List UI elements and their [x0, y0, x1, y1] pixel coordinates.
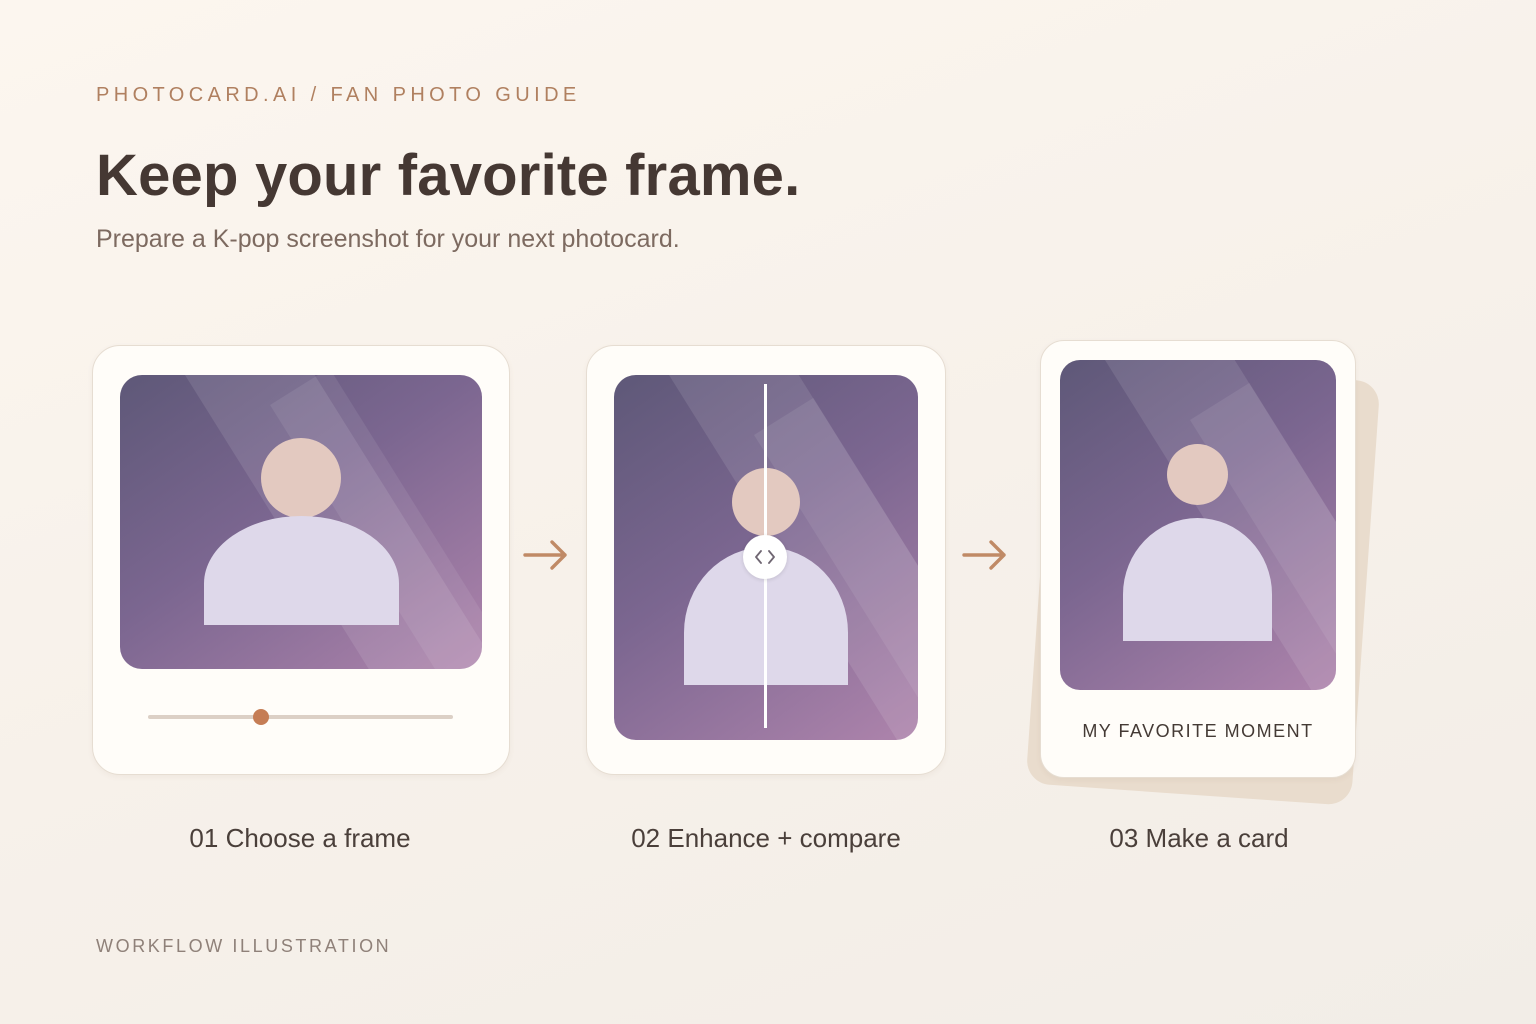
person-head [261, 438, 341, 518]
compare-handle-icon [755, 550, 775, 564]
footer-label: WORKFLOW ILLUSTRATION [96, 936, 392, 956]
step-2-card[interactable] [586, 345, 946, 775]
step-1-photo [120, 375, 482, 669]
arrow-right-icon [962, 540, 1006, 570]
step-2-photo [614, 375, 918, 740]
step-3-card[interactable]: MY FAVORITE MOMENT [1040, 340, 1356, 778]
eyebrow-label: PHOTOCARD.AI / FAN PHOTO GUIDE [96, 84, 581, 106]
page-title: Keep your favorite frame. [96, 143, 801, 208]
step-1-card[interactable] [92, 345, 510, 775]
step-3-label: 03 Make a card [1109, 823, 1289, 853]
page-subtitle: Prepare a K-pop screenshot for your next… [96, 225, 680, 253]
step-3-photo [1060, 360, 1336, 690]
step-1-label: 01 Choose a frame [189, 823, 411, 853]
frame-slider-knob[interactable] [252, 709, 269, 725]
compare-handle[interactable] [743, 535, 787, 579]
frame-slider-track[interactable] [148, 715, 453, 719]
person-head [1167, 444, 1228, 505]
arrow-right-icon [523, 540, 567, 570]
step-2-label: 02 Enhance + compare [631, 823, 901, 853]
card-caption: MY FAVORITE MOMENT [1082, 721, 1314, 741]
